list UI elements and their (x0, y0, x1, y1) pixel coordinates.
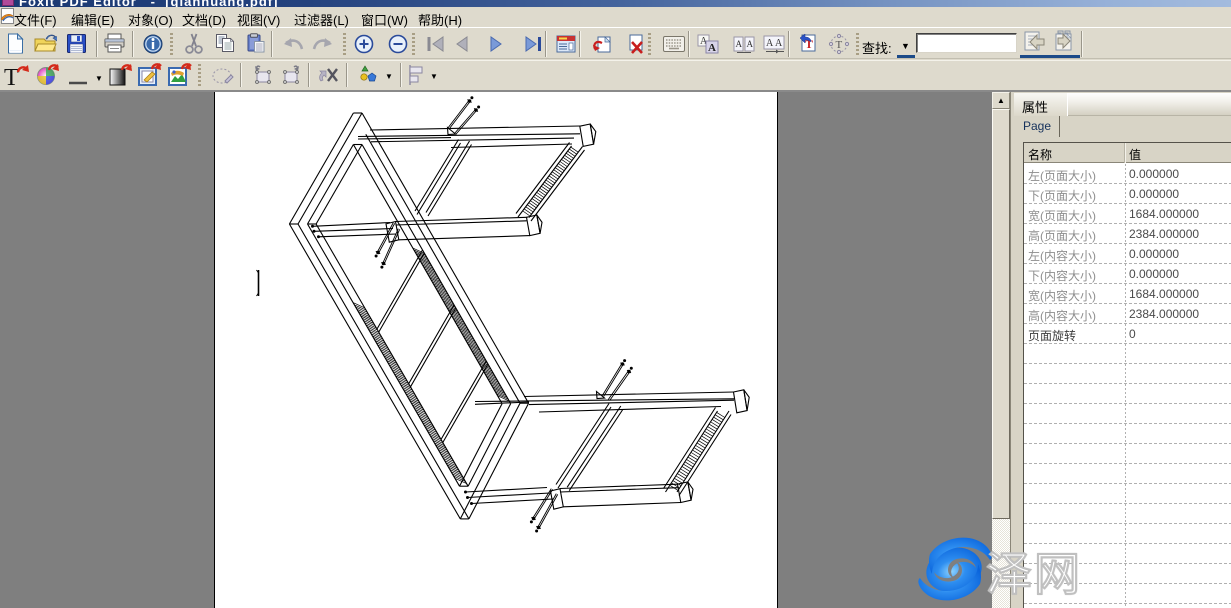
svg-text:A: A (747, 39, 754, 49)
svg-text:T: T (4, 65, 19, 87)
svg-text:T: T (836, 39, 843, 51)
svg-text:A: A (766, 38, 774, 49)
svg-text:A: A (708, 42, 716, 54)
svg-text:A: A (775, 38, 783, 49)
svg-text:A: A (736, 39, 743, 49)
